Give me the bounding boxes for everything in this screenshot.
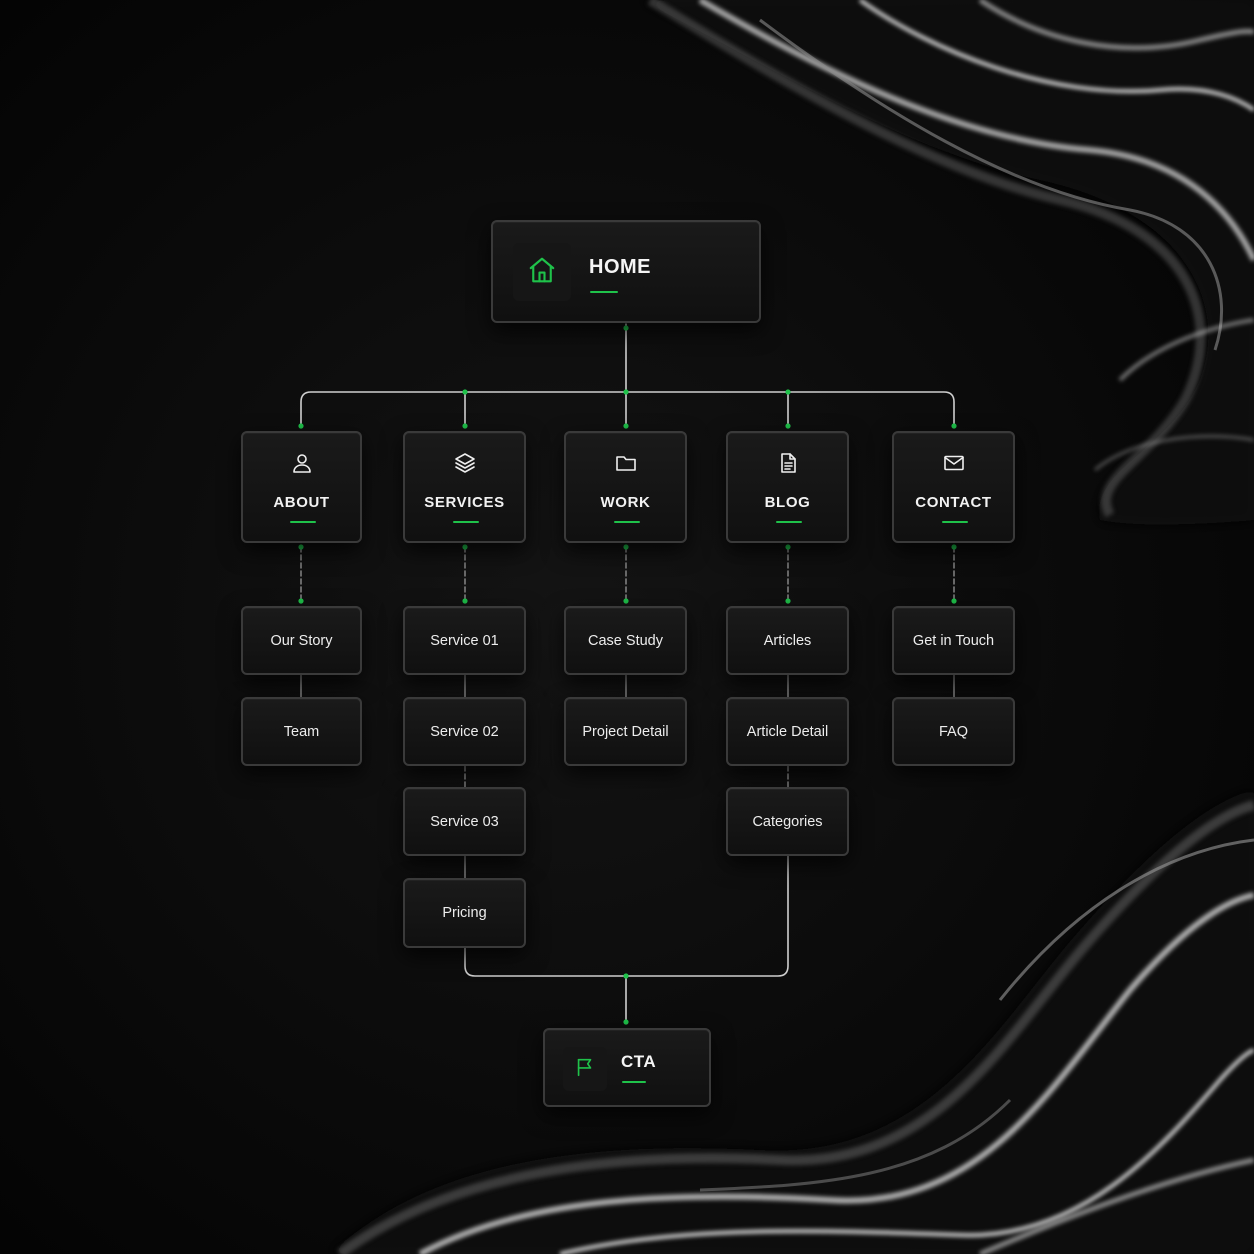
section-top-dot-blog	[785, 423, 791, 429]
cta-anchor-dot	[623, 1019, 629, 1025]
bus-junction-dot-1	[785, 389, 791, 395]
mail-icon	[894, 450, 1013, 476]
section-top-dot-services	[462, 423, 468, 429]
page-node-faq[interactable]: FAQ	[892, 697, 1015, 766]
flag-icon	[574, 1056, 596, 1083]
page-top-dot-services	[462, 598, 468, 604]
section-bottom-dot-services	[462, 544, 468, 550]
section-top-dot-about	[298, 423, 304, 429]
home-icon-tile	[513, 243, 571, 301]
user-icon	[243, 450, 360, 476]
bus-center-dot	[623, 389, 629, 395]
about-accent-bar	[290, 521, 316, 523]
page-node-service-02[interactable]: Service 02	[403, 697, 526, 766]
section-node-services[interactable]: SERVICES	[403, 431, 526, 543]
section-top-dot-work	[623, 423, 629, 429]
section-node-blog[interactable]: BLOG	[726, 431, 849, 543]
section-bottom-dot-work	[623, 544, 629, 550]
section-label-about: ABOUT	[273, 494, 330, 511]
section-top-dot-contact	[951, 423, 957, 429]
section-label-contact: CONTACT	[915, 494, 992, 511]
page-top-dot-blog	[785, 598, 791, 604]
blog-accent-bar	[776, 521, 802, 523]
page-node-pricing[interactable]: Pricing	[403, 878, 526, 948]
section-node-work[interactable]: WORK	[564, 431, 687, 543]
home-icon	[527, 255, 557, 290]
section-bus-line	[300, 391, 955, 425]
section-node-contact[interactable]: CONTACT	[892, 431, 1015, 543]
work-accent-bar	[614, 521, 640, 523]
page-node-service-01[interactable]: Service 01	[403, 606, 526, 675]
page-top-dot-work	[623, 598, 629, 604]
page-node-categories[interactable]: Categories	[726, 787, 849, 856]
bus-junction-dot-0	[462, 389, 468, 395]
home-anchor-dot	[623, 325, 629, 331]
section-bottom-dot-contact	[951, 544, 957, 550]
page-top-dot-about	[298, 598, 304, 604]
layers-icon	[405, 450, 524, 476]
section-label-services: SERVICES	[424, 494, 505, 511]
cta-merge-dot	[623, 973, 629, 979]
folder-icon	[566, 450, 685, 476]
page-node-article-detail[interactable]: Article Detail	[726, 697, 849, 766]
document-icon	[728, 450, 847, 476]
page-node-team[interactable]: Team	[241, 697, 362, 766]
home-accent-bar	[590, 291, 618, 293]
page-node-project-detail[interactable]: Project Detail	[564, 697, 687, 766]
page-node-our-story[interactable]: Our Story	[241, 606, 362, 675]
sitemap-diagram: HOME ABOUT SERVICES WORK BLOG CONTACT Ou…	[0, 0, 1254, 1254]
section-label-blog: BLOG	[764, 494, 811, 511]
section-label-work: WORK	[600, 494, 651, 511]
section-node-about[interactable]: ABOUT	[241, 431, 362, 543]
cta-title: CTA	[621, 1052, 657, 1071]
contact-accent-bar	[942, 521, 968, 523]
page-node-articles[interactable]: Articles	[726, 606, 849, 675]
flag-icon-tile	[563, 1047, 607, 1091]
cta-accent-bar	[622, 1081, 646, 1083]
cta-node[interactable]: CTA	[543, 1028, 711, 1107]
section-bottom-dot-about	[298, 544, 304, 550]
services-accent-bar	[453, 521, 479, 523]
section-bottom-dot-blog	[785, 544, 791, 550]
page-node-service-03[interactable]: Service 03	[403, 787, 526, 856]
page-top-dot-contact	[951, 598, 957, 604]
page-node-get-in-touch[interactable]: Get in Touch	[892, 606, 1015, 675]
home-title: HOME	[589, 256, 651, 278]
page-node-case-study[interactable]: Case Study	[564, 606, 687, 675]
home-node[interactable]: HOME	[491, 220, 761, 323]
